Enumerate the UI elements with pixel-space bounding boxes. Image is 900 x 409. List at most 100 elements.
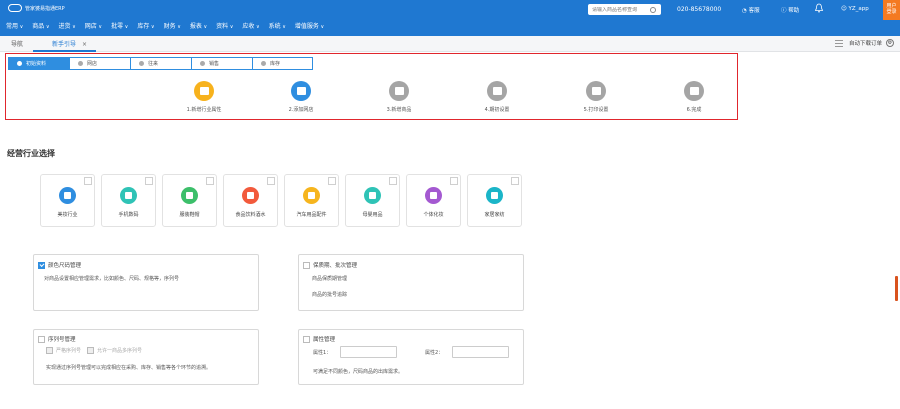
nav-item-reports[interactable]: 报表 bbox=[190, 21, 207, 30]
car-icon bbox=[303, 187, 320, 204]
industry-card-home[interactable]: 家居家纺 bbox=[467, 174, 522, 227]
shelf-life-checkbox[interactable] bbox=[303, 261, 310, 269]
serial-title: 序列号管理 bbox=[48, 337, 76, 343]
nav-item-wholesale[interactable]: 批零 bbox=[111, 21, 128, 30]
guide-step-add-goods[interactable]: 3.新增商品 bbox=[369, 81, 429, 113]
tab-beginner-guide-label: 新手引导 bbox=[52, 41, 77, 48]
scrollbar-handle[interactable] bbox=[895, 276, 898, 301]
page-tab-bar: 导航 新手引导 × 自动下载订单 ⚙ bbox=[0, 36, 900, 52]
multi-serial-checkbox[interactable] bbox=[87, 347, 95, 354]
guide-tab-webstore[interactable]: 网店 bbox=[69, 57, 130, 70]
help-label: 帮助 bbox=[788, 8, 800, 14]
guide-tab-label: 网店 bbox=[87, 61, 98, 67]
attribute-title: 属性管理 bbox=[313, 337, 336, 343]
industry-card-food[interactable]: 食品饮料酒水 bbox=[223, 174, 278, 227]
industry-card-digital[interactable]: 手机数码 bbox=[101, 174, 156, 227]
guide-step-print[interactable]: 5.打印设置 bbox=[566, 81, 626, 113]
tabbar-tools: 自动下载订单 ⚙ bbox=[834, 39, 894, 47]
industry-checkbox[interactable] bbox=[511, 177, 519, 185]
customer-service-link[interactable]: ◔ 客服 bbox=[742, 6, 760, 14]
nav-item-data[interactable]: 资料 bbox=[216, 21, 233, 30]
check-icon bbox=[684, 81, 704, 101]
industry-card-cosmetic[interactable]: 个体化妆 bbox=[406, 174, 461, 227]
bell-icon[interactable] bbox=[814, 3, 824, 13]
guide-step-add-store[interactable]: 2.添加网店 bbox=[271, 81, 331, 113]
search-input[interactable] bbox=[592, 6, 648, 13]
industry-card-apparel[interactable]: 服装鞋帽 bbox=[162, 174, 217, 227]
close-icon[interactable]: × bbox=[82, 41, 87, 48]
user-center-label: 用户 登录 bbox=[886, 3, 897, 15]
user-center-button[interactable]: 用户 登录 bbox=[883, 0, 900, 20]
guide-steps-panel: 初始资料 网店 往来 销售 库存 1.新增行业属性 2.添加网店 3.新增商品 … bbox=[5, 53, 738, 120]
guide-step-label: 1.新增行业属性 bbox=[186, 107, 222, 113]
nav-item-goods[interactable]: 商品 bbox=[32, 21, 49, 30]
color-size-desc: 对商品设置相应管理需求，比如颜色、尺码、规格等，序列号 bbox=[44, 276, 180, 282]
attribute-header: 属性管理 bbox=[303, 335, 335, 343]
guide-step-finish[interactable]: 6.完成 bbox=[664, 81, 724, 113]
auto-download-orders-link[interactable]: 自动下载订单 bbox=[849, 39, 882, 47]
industry-label: 美妆行业 bbox=[57, 212, 78, 218]
guide-step-opening[interactable]: 4.期初设置 bbox=[467, 81, 527, 113]
multi-serial-label: 允许一商品多序列号 bbox=[97, 348, 143, 354]
guide-tab-label: 初始资料 bbox=[26, 61, 47, 67]
serial-checkbox[interactable] bbox=[38, 335, 45, 343]
nav-item-receivable[interactable]: 应收 bbox=[242, 21, 259, 30]
tab-beginner-guide[interactable]: 新手引导 × bbox=[52, 39, 87, 48]
guide-tab-label: 库存 bbox=[270, 61, 281, 67]
user-account[interactable]: ☺ YZ_app bbox=[841, 6, 869, 12]
app-logo[interactable]: 管家婆易指通ERP bbox=[8, 4, 65, 12]
attribute2-label: 属性2： bbox=[425, 349, 444, 356]
industry-checkbox[interactable] bbox=[84, 177, 92, 185]
search-box bbox=[588, 4, 661, 15]
attribute2-input[interactable] bbox=[452, 346, 509, 358]
guide-tabs: 初始资料 网店 往来 销售 库存 bbox=[8, 57, 313, 70]
nav-item-finance[interactable]: 财务 bbox=[164, 21, 181, 30]
color-size-panel: 颜色尺码管理 对商品设置相应管理需求，比如颜色、尺码、规格等，序列号 bbox=[33, 254, 259, 311]
guide-tab-initial-data[interactable]: 初始资料 bbox=[8, 57, 69, 70]
guide-step-label: 2.添加网店 bbox=[288, 107, 314, 113]
industry-label: 母婴用品 bbox=[362, 212, 383, 218]
industry-label: 手机数码 bbox=[118, 212, 139, 218]
industry-card-beauty[interactable]: 美妆行业 bbox=[40, 174, 95, 227]
guide-step-label: 5.打印设置 bbox=[583, 107, 609, 113]
industry-checkbox[interactable] bbox=[389, 177, 397, 185]
attribute1-input[interactable] bbox=[340, 346, 397, 358]
industry-checkbox[interactable] bbox=[328, 177, 336, 185]
color-size-title: 颜色尺码管理 bbox=[48, 263, 82, 269]
industry-checkbox[interactable] bbox=[450, 177, 458, 185]
settings-icon[interactable]: ⚙ bbox=[886, 39, 894, 47]
guide-step-industry[interactable]: 1.新增行业属性 bbox=[174, 81, 234, 113]
search-icon[interactable] bbox=[650, 6, 656, 13]
color-size-checkbox[interactable] bbox=[38, 261, 45, 269]
gift-icon bbox=[194, 81, 214, 101]
attribute-panel: 属性管理 属性1： 属性2： 可满足不同颜色，尺码商品的出库需求。 bbox=[298, 329, 524, 385]
guide-tab-contacts[interactable]: 往来 bbox=[130, 57, 191, 70]
nav-item-webstore[interactable]: 网店 bbox=[85, 21, 102, 30]
industry-checkbox[interactable] bbox=[267, 177, 275, 185]
attribute-checkbox[interactable] bbox=[303, 335, 310, 343]
industry-card-auto[interactable]: 汽车用品配件 bbox=[284, 174, 339, 227]
printer-icon bbox=[586, 81, 606, 101]
shirt-icon bbox=[181, 187, 198, 204]
nav-item-services[interactable]: 增值服务 bbox=[295, 21, 324, 30]
color-size-header: 颜色尺码管理 bbox=[38, 261, 81, 269]
industry-card-baby[interactable]: 母婴用品 bbox=[345, 174, 400, 227]
guide-tab-inventory[interactable]: 库存 bbox=[252, 57, 313, 70]
main-nav: 常用 商品 进货 网店 批零 库存 财务 报表 资料 应收 系统 增值服务 bbox=[6, 21, 333, 30]
user-name: YZ_app bbox=[848, 6, 869, 12]
attribute1-label: 属性1： bbox=[313, 349, 332, 356]
shelf-life-desc-1: 商品保质期管理 bbox=[312, 276, 348, 282]
industry-checkbox[interactable] bbox=[145, 177, 153, 185]
serial-header: 序列号管理 bbox=[38, 335, 76, 343]
guide-tab-sales[interactable]: 销售 bbox=[191, 57, 252, 70]
nav-item-inventory[interactable]: 库存 bbox=[137, 21, 154, 30]
list-icon[interactable] bbox=[834, 39, 843, 47]
industry-checkbox[interactable] bbox=[206, 177, 214, 185]
nav-item-system[interactable]: 系统 bbox=[269, 21, 286, 30]
tab-navigation[interactable]: 导航 bbox=[11, 39, 23, 48]
nav-item-purchase[interactable]: 进货 bbox=[59, 21, 76, 30]
strict-serial-checkbox[interactable] bbox=[46, 347, 53, 354]
nav-item-common[interactable]: 常用 bbox=[6, 21, 23, 30]
industry-label: 个体化妆 bbox=[423, 212, 444, 218]
help-link[interactable]: ⓘ 帮助 bbox=[781, 6, 799, 14]
